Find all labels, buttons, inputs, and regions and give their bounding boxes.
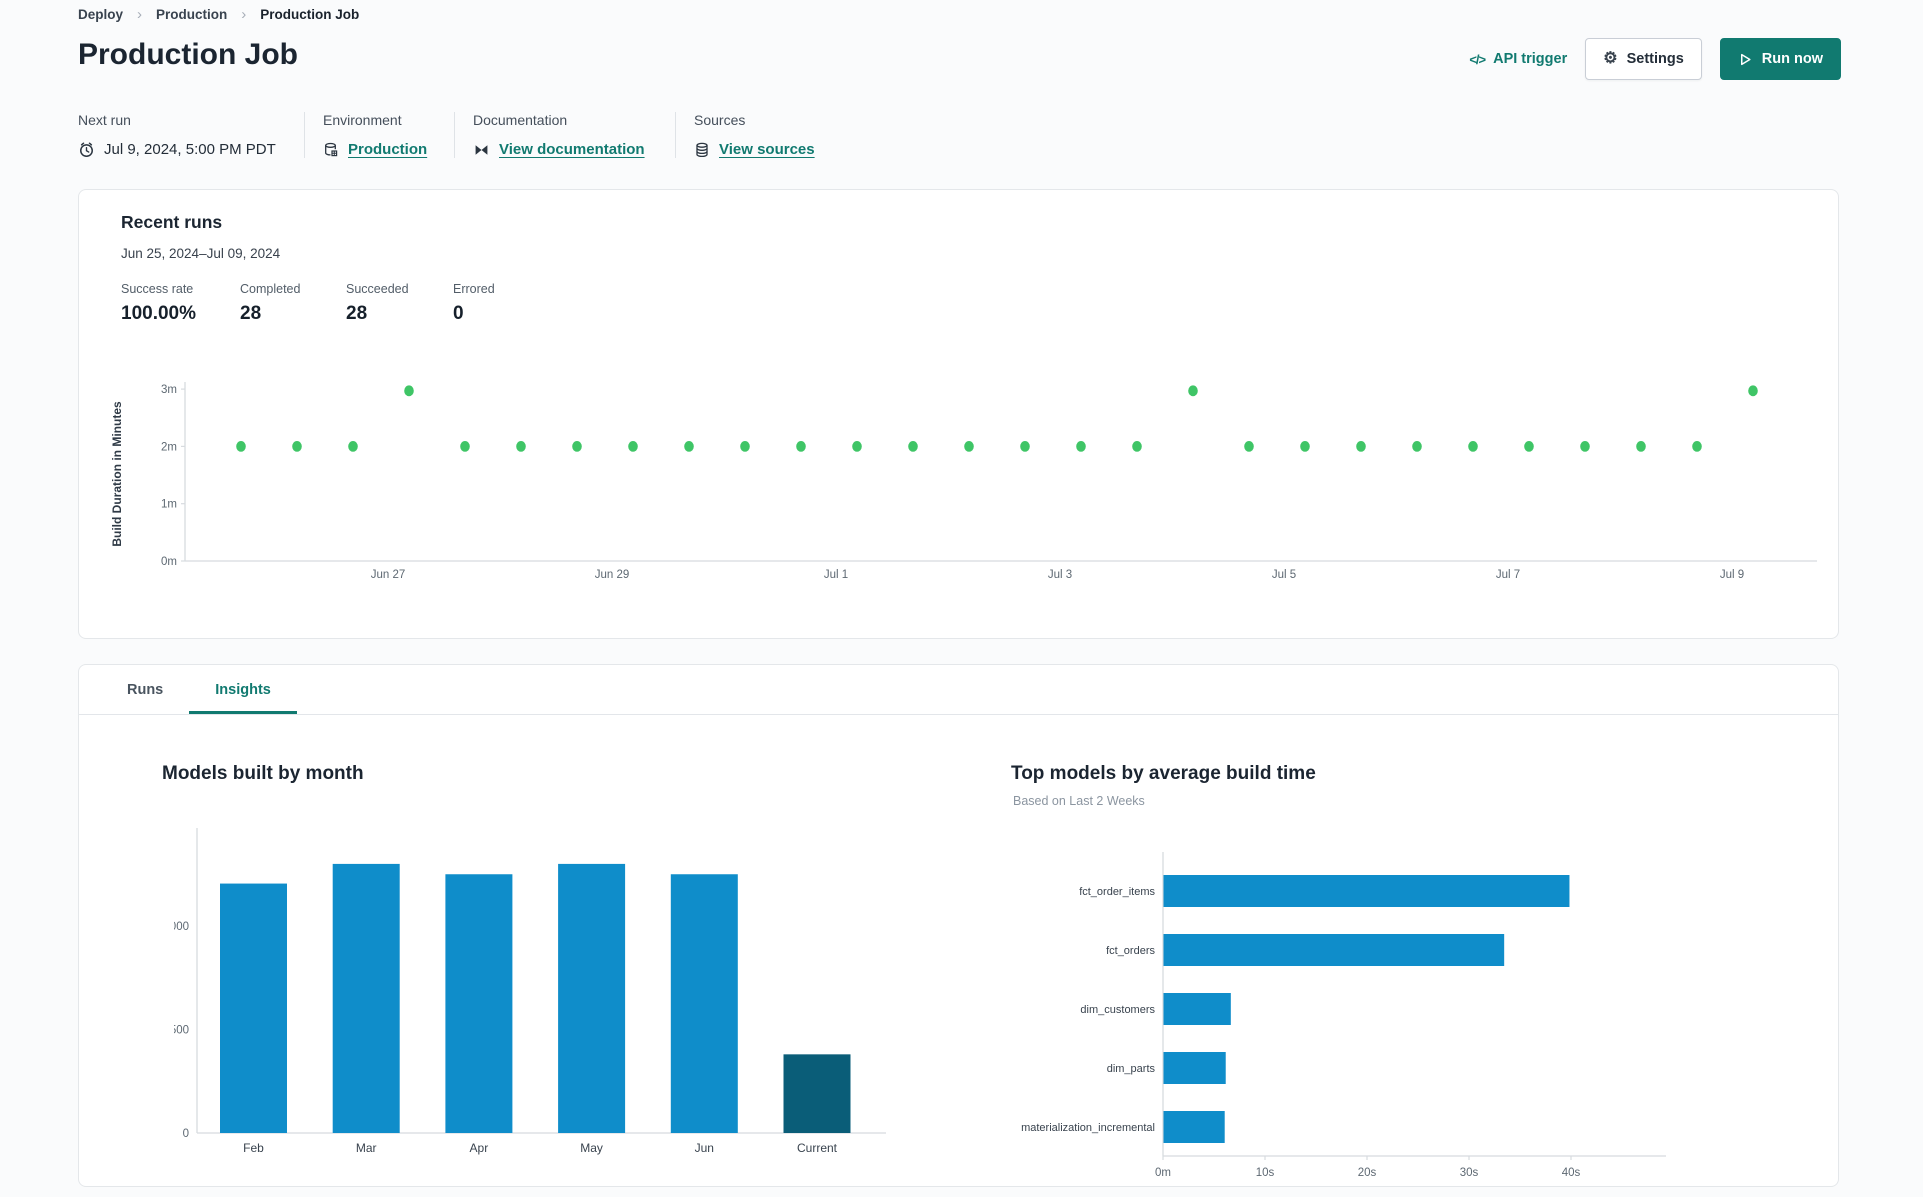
chevron-right-icon: › <box>137 6 143 23</box>
stat-completed: Completed 28 <box>240 282 301 324</box>
header-actions: </> API trigger ⚙ Settings Run now <box>1469 37 1841 81</box>
stat-success-rate: Success rate 100.00% <box>121 282 197 324</box>
models-by-month-bar-chart: 0 500 1000 Feb Mar Apr May Jun Current <box>163 828 886 1155</box>
svg-text:fct_order_items: fct_order_items <box>1079 886 1155 898</box>
documentation-label: Documentation <box>473 112 568 128</box>
svg-text:Jul 5: Jul 5 <box>1272 569 1296 581</box>
svg-text:Feb: Feb <box>243 1141 264 1155</box>
top-models-title: Top models by average build time <box>1011 763 1316 784</box>
view-documentation-link[interactable]: View documentation <box>499 141 645 158</box>
svg-text:Jun 29: Jun 29 <box>595 569 630 581</box>
environment-database-icon <box>323 142 339 158</box>
breadcrumb-production-job: Production Job <box>260 7 360 22</box>
stat-errored: Errored 0 <box>453 282 495 324</box>
svg-text:20s: 20s <box>1358 1167 1377 1179</box>
environment-label: Environment <box>323 112 402 128</box>
svg-text:2m: 2m <box>161 441 177 453</box>
breadcrumb: Deploy › Production › Production Job <box>78 6 359 23</box>
meta-next-run: Next run Jul 9, 2024, 5:00 PM PDT <box>78 112 305 158</box>
svg-text:May: May <box>580 1141 603 1155</box>
svg-text:10s: 10s <box>1256 1167 1275 1179</box>
next-run-value: Jul 9, 2024, 5:00 PM PDT <box>104 141 276 158</box>
meta-documentation: Documentation View documentation <box>473 112 676 158</box>
svg-text:Current: Current <box>797 1141 838 1155</box>
settings-label: Settings <box>1626 51 1684 67</box>
chevron-right-icon: › <box>241 6 247 23</box>
api-trigger-label: API trigger <box>1493 51 1568 67</box>
svg-text:0: 0 <box>183 1128 189 1140</box>
svg-text:Jul 1: Jul 1 <box>824 569 848 581</box>
svg-text:dim_customers: dim_customers <box>1080 1004 1155 1016</box>
recent-runs-title: Recent runs <box>121 212 223 232</box>
recent-runs-card: Recent runs Jun 25, 2024–Jul 09, 2024 Su… <box>78 189 1839 639</box>
breadcrumb-production[interactable]: Production <box>156 7 227 22</box>
svg-text:1m: 1m <box>161 499 177 511</box>
docs-bowtie-icon <box>473 142 490 158</box>
models-by-month-title: Models built by month <box>162 763 364 784</box>
top-models-subtitle: Based on Last 2 Weeks <box>1013 794 1145 808</box>
svg-text:40s: 40s <box>1562 1167 1581 1179</box>
svg-text:0m: 0m <box>161 556 177 568</box>
svg-text:30s: 30s <box>1460 1167 1479 1179</box>
svg-text:Jun: Jun <box>695 1141 714 1155</box>
svg-text:Jul 3: Jul 3 <box>1048 569 1072 581</box>
recent-runs-date-range: Jun 25, 2024–Jul 09, 2024 <box>121 246 281 261</box>
production-job-page: Deploy › Production › Production Job Pro… <box>0 0 1923 1197</box>
svg-text:materialization_incremental: materialization_incremental <box>1021 1122 1155 1134</box>
svg-text:Jul 7: Jul 7 <box>1496 569 1520 581</box>
build-duration-scatter-chart: 0m 1m 2m 3m Build Duration in Minutes Jun 27 J… <box>110 382 1817 581</box>
top-models-hbar-chart: 0m 10s 20s 30s 40s fct_order_items fct_ordersd… <box>1021 852 1666 1179</box>
code-icon: </> <box>1469 51 1486 67</box>
page-title: Production Job <box>78 38 298 71</box>
svg-text:dim_parts: dim_parts <box>1107 1063 1156 1075</box>
next-run-label: Next run <box>78 112 131 128</box>
sources-database-icon <box>694 142 710 158</box>
svg-text:500: 500 <box>174 1025 189 1037</box>
svg-text:Jul 9: Jul 9 <box>1720 569 1744 581</box>
svg-text:fct_orders: fct_orders <box>1106 945 1155 957</box>
svg-text:0m: 0m <box>1155 1167 1171 1179</box>
svg-text:1000: 1000 <box>174 921 189 933</box>
api-trigger-link[interactable]: </> API trigger <box>1469 51 1567 67</box>
svg-text:Build Duration in Minutes: Build Duration in Minutes <box>110 401 124 547</box>
gear-icon: ⚙ <box>1603 50 1618 67</box>
stat-succeeded: Succeeded 28 <box>346 282 409 324</box>
svg-text:3m: 3m <box>161 384 177 396</box>
runs-insights-card: Runs Insights Models built by month 0 500… <box>78 664 1839 1187</box>
environment-link[interactable]: Production <box>348 141 427 158</box>
svg-text:Apr: Apr <box>470 1141 489 1155</box>
meta-sources: Sources View sources <box>694 112 841 158</box>
settings-button[interactable]: ⚙ Settings <box>1585 38 1702 80</box>
run-now-button[interactable]: Run now <box>1719 38 1841 80</box>
breadcrumb-deploy[interactable]: Deploy <box>78 7 123 22</box>
meta-environment: Environment Production <box>323 112 455 158</box>
tab-runs[interactable]: Runs <box>101 665 189 714</box>
tab-bar: Runs Insights <box>79 665 1838 715</box>
alarm-clock-icon <box>78 141 95 158</box>
job-meta-row: Next run Jul 9, 2024, 5:00 PM PDT Enviro… <box>78 112 859 158</box>
play-icon <box>1738 52 1753 67</box>
svg-text:Jun 27: Jun 27 <box>371 569 406 581</box>
view-sources-link[interactable]: View sources <box>719 141 815 158</box>
sources-label: Sources <box>694 112 746 128</box>
tab-insights[interactable]: Insights <box>189 665 297 714</box>
svg-text:Mar: Mar <box>356 1141 377 1155</box>
run-now-label: Run now <box>1761 51 1823 67</box>
